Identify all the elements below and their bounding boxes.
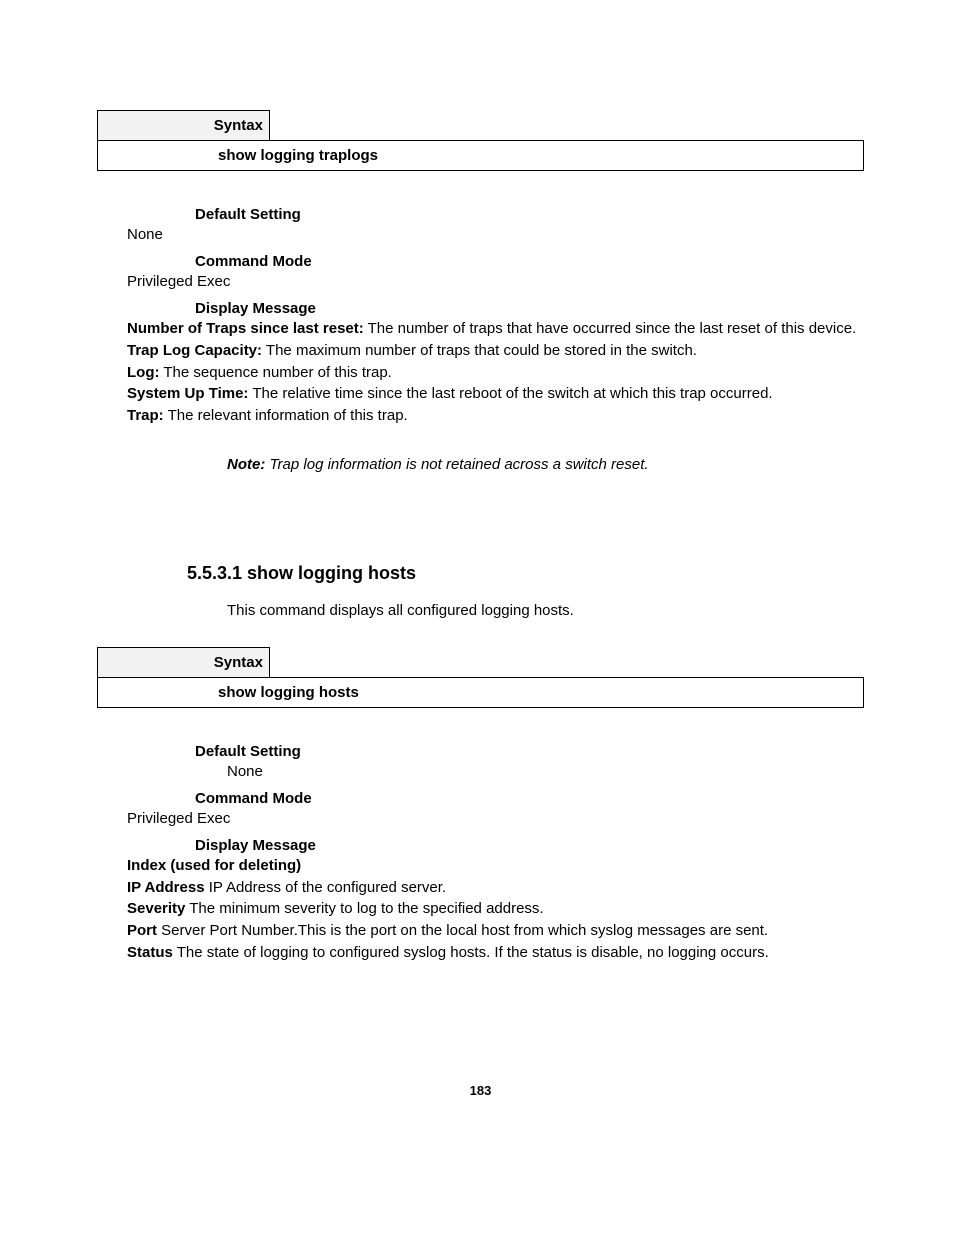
syntax-table-2: Syntax show logging hosts: [97, 647, 864, 708]
default-setting-head-1: Default Setting: [195, 206, 864, 223]
default-setting-val-1: None: [127, 226, 864, 243]
msg-trap: Trap: The relevant information of this t…: [127, 407, 864, 426]
command-mode-head-2: Command Mode: [195, 790, 864, 807]
msg-sys-text: The relative time since the last reboot …: [248, 385, 772, 402]
msg-ip-label: IP Address: [127, 879, 205, 896]
msg-ip-text: IP Address of the configured server.: [205, 879, 447, 896]
msg-port-text: Server Port Number.This is the port on t…: [157, 922, 768, 939]
msg-stat: Status The state of logging to configure…: [127, 944, 864, 963]
syntax-label-1: Syntax: [98, 111, 270, 141]
page-content: Syntax show logging traplogs Default Set…: [0, 0, 954, 1138]
command-mode-val-1: Privileged Exec: [127, 273, 864, 290]
display-message-head-1: Display Message: [195, 300, 864, 317]
note-lead: Note:: [227, 456, 265, 473]
note-block: Note: Trap log information is not retain…: [227, 456, 864, 473]
section-number: 5.5.3.1: [187, 563, 247, 583]
syntax-command-2: show logging hosts: [98, 677, 864, 707]
section-intro: This command displays all configured log…: [227, 602, 864, 619]
msg-cap: Trap Log Capacity: The maximum number of…: [127, 342, 864, 361]
page-number: 183: [97, 1083, 864, 1098]
msg-sev-text: The minimum severity to log to the speci…: [185, 900, 543, 917]
msg-cap-label: Trap Log Capacity:: [127, 342, 262, 359]
msg-log-text: The sequence number of this trap.: [159, 364, 391, 381]
msg-ip: IP Address IP Address of the configured …: [127, 879, 864, 898]
msg-trap-label: Trap:: [127, 407, 164, 424]
default-setting-head-2: Default Setting: [195, 743, 864, 760]
msg-port: Port Server Port Number.This is the port…: [127, 922, 864, 941]
msg-index: Index (used for deleting): [127, 857, 864, 876]
msg-index-label: Index (used for deleting): [127, 857, 301, 874]
syntax-command-1: show logging traplogs: [98, 141, 864, 171]
spacer: [270, 647, 864, 677]
display-message-head-2: Display Message: [195, 837, 864, 854]
section-title: show logging hosts: [247, 563, 416, 583]
command-mode-val-2: Privileged Exec: [127, 810, 864, 827]
msg-sys: System Up Time: The relative time since …: [127, 385, 864, 404]
spacer: [270, 111, 864, 141]
msg-log: Log: The sequence number of this trap.: [127, 364, 864, 383]
section-heading: 5.5.3.1 show logging hosts: [187, 563, 864, 584]
msg-cap-text: The maximum number of traps that could b…: [262, 342, 697, 359]
msg-sev: Severity The minimum severity to log to …: [127, 900, 864, 919]
msg-traps-label: Number of Traps since last reset:: [127, 320, 364, 337]
command-mode-head-1: Command Mode: [195, 253, 864, 270]
syntax-label-2: Syntax: [98, 647, 270, 677]
msg-trap-text: The relevant information of this trap.: [164, 407, 408, 424]
msg-traps: Number of Traps since last reset: The nu…: [127, 320, 864, 339]
msg-sev-label: Severity: [127, 900, 185, 917]
msg-traps-text: The number of traps that have occurred s…: [364, 320, 856, 337]
default-setting-val-2: None: [227, 763, 864, 780]
syntax-table-1: Syntax show logging traplogs: [97, 110, 864, 171]
msg-log-label: Log:: [127, 364, 159, 381]
msg-sys-label: System Up Time:: [127, 385, 248, 402]
msg-stat-text: The state of logging to configured syslo…: [173, 944, 769, 961]
msg-port-label: Port: [127, 922, 157, 939]
note-text: Trap log information is not retained acr…: [265, 456, 648, 473]
msg-stat-label: Status: [127, 944, 173, 961]
